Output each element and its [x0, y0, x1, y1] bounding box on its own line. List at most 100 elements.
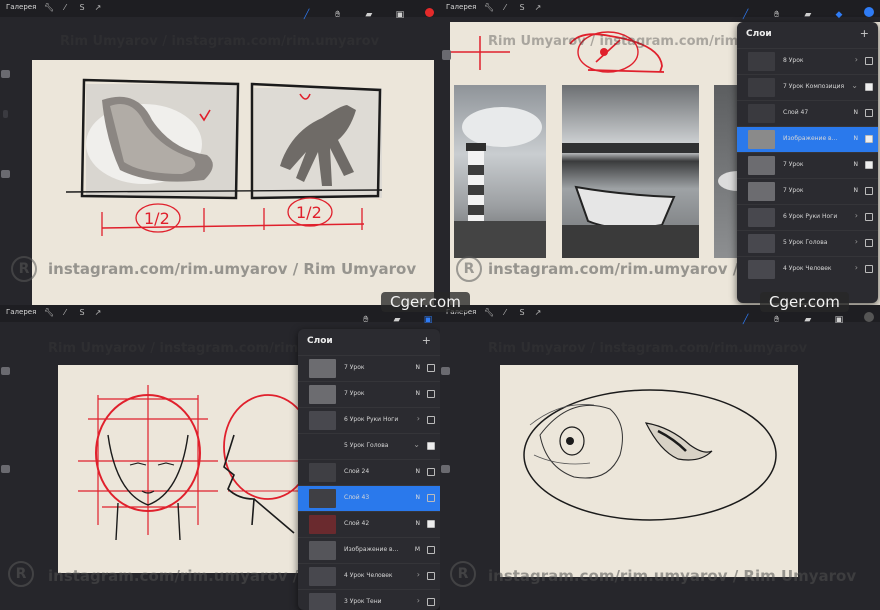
opacity-slider[interactable]	[441, 465, 450, 473]
sidebar-sliders[interactable]	[0, 345, 10, 585]
visibility-checkbox[interactable]	[427, 598, 435, 606]
visibility-checkbox[interactable]	[865, 265, 873, 273]
gallery-button[interactable]: Галерея	[6, 308, 36, 316]
visibility-checkbox[interactable]	[865, 109, 873, 117]
eraser-icon[interactable]: ▰	[802, 9, 814, 21]
visibility-checkbox[interactable]	[865, 83, 873, 91]
sidebar-sliders[interactable]	[0, 28, 10, 268]
layer-row[interactable]: 8 Урок ›	[737, 48, 878, 74]
brush-size-slider[interactable]	[1, 367, 10, 375]
layer-row[interactable]: 7 Урок N	[298, 381, 440, 407]
layers-icon[interactable]: ▣	[422, 314, 434, 326]
smudge-icon[interactable]: ✋︎	[771, 9, 783, 21]
visibility-checkbox[interactable]	[427, 390, 435, 398]
visibility-checkbox[interactable]	[427, 520, 435, 528]
layer-row[interactable]: 3 Урок Тени ›	[298, 589, 440, 610]
brush-size-slider[interactable]	[442, 50, 451, 60]
drawing-canvas[interactable]	[500, 365, 798, 577]
eraser-icon[interactable]: ▰	[391, 314, 403, 326]
layer-row[interactable]: 4 Урок Человек ›	[298, 563, 440, 589]
add-layer-button[interactable]: +	[422, 334, 431, 347]
visibility-checkbox[interactable]	[865, 161, 873, 169]
transform-arrow-icon[interactable]: ↗	[533, 308, 543, 318]
layer-row[interactable]: 4 Урок Человек ›	[737, 256, 878, 282]
visibility-checkbox[interactable]	[865, 239, 873, 247]
layers-icon[interactable]: ▣	[833, 314, 845, 326]
wrench-icon[interactable]: 🔧︎	[44, 308, 54, 318]
magic-wand-icon[interactable]: ⁄	[500, 308, 510, 318]
add-layer-button[interactable]: +	[860, 27, 869, 40]
chevron-right-icon[interactable]: ›	[855, 55, 858, 64]
layer-row[interactable]: 7 Урок N	[737, 152, 878, 178]
wrench-icon[interactable]: 🔧︎	[44, 3, 54, 13]
wrench-icon[interactable]: 🔧︎	[484, 308, 494, 318]
visibility-checkbox[interactable]	[865, 135, 873, 143]
layer-row[interactable]: 5 Урок Голова ⌄	[298, 433, 440, 459]
selection-s-icon[interactable]: S	[517, 3, 527, 13]
layer-row[interactable]: Слой 42 N	[298, 511, 440, 537]
layer-row[interactable]: 7 Урок Композиция ⌄	[737, 74, 878, 100]
visibility-checkbox[interactable]	[865, 187, 873, 195]
visibility-checkbox[interactable]	[427, 416, 435, 424]
layer-row[interactable]: Слой 47 N	[737, 100, 878, 126]
layers-icon[interactable]: ◆	[833, 9, 845, 21]
layer-row-selected[interactable]: Изображение в... N	[737, 126, 878, 152]
layer-row-selected[interactable]: Слой 43 N	[298, 485, 440, 511]
transform-arrow-icon[interactable]: ↗	[93, 308, 103, 318]
smudge-icon[interactable]: ✋︎	[771, 314, 783, 326]
selection-s-icon[interactable]: S	[77, 3, 87, 13]
gallery-button[interactable]: Галерея	[446, 3, 476, 11]
eraser-icon[interactable]: ▰	[363, 9, 375, 21]
chevron-right-icon[interactable]: ›	[417, 596, 420, 605]
visibility-checkbox[interactable]	[427, 546, 435, 554]
transform-arrow-icon[interactable]: ↗	[93, 3, 103, 13]
eraser-icon[interactable]: ▰	[802, 314, 814, 326]
wrench-icon[interactable]: 🔧︎	[484, 3, 494, 13]
chevron-right-icon[interactable]: ›	[855, 263, 858, 272]
drawing-canvas[interactable]	[58, 365, 313, 573]
gallery-button[interactable]: Галерея	[6, 3, 36, 11]
brush-icon[interactable]: ╱	[740, 314, 752, 326]
opacity-slider[interactable]	[1, 465, 10, 473]
chevron-right-icon[interactable]: ›	[855, 237, 858, 246]
brush-icon[interactable]: ╱	[740, 9, 752, 21]
visibility-checkbox[interactable]	[427, 494, 435, 502]
visibility-checkbox[interactable]	[427, 364, 435, 372]
layers-icon[interactable]: ▣	[394, 9, 406, 21]
color-dot-icon[interactable]	[864, 7, 874, 17]
selection-s-icon[interactable]: S	[77, 308, 87, 318]
modify-button[interactable]	[3, 110, 8, 118]
magic-wand-icon[interactable]: ⁄	[500, 3, 510, 13]
selection-s-icon[interactable]: S	[517, 308, 527, 318]
sidebar-sliders[interactable]	[440, 40, 452, 280]
magic-wand-icon[interactable]: ⁄	[60, 308, 70, 318]
layer-row[interactable]: 5 Урок Голова ›	[737, 230, 878, 256]
brush-size-slider[interactable]	[441, 367, 450, 375]
layer-row[interactable]: 6 Урок Руки Ноги ›	[298, 407, 440, 433]
chevron-right-icon[interactable]: ›	[855, 211, 858, 220]
smudge-icon[interactable]: ✋︎	[332, 9, 344, 21]
visibility-checkbox[interactable]	[427, 572, 435, 580]
layer-row[interactable]: Слой 24 N	[298, 459, 440, 485]
chevron-down-icon[interactable]: ⌄	[851, 81, 858, 90]
visibility-checkbox[interactable]	[427, 468, 435, 476]
chevron-down-icon[interactable]: ⌄	[413, 440, 420, 449]
smudge-icon[interactable]: ✋︎	[360, 314, 372, 326]
layer-row[interactable]: 7 Урок N	[737, 178, 878, 204]
sidebar-sliders[interactable]	[440, 345, 450, 585]
color-dot-icon[interactable]	[425, 8, 434, 17]
opacity-slider[interactable]	[1, 170, 10, 178]
chevron-right-icon[interactable]: ›	[417, 414, 420, 423]
visibility-checkbox[interactable]	[865, 213, 873, 221]
magic-wand-icon[interactable]: ⁄	[60, 3, 70, 13]
color-dot-icon[interactable]	[864, 312, 874, 322]
visibility-checkbox[interactable]	[865, 57, 873, 65]
brush-size-slider[interactable]	[1, 70, 10, 78]
layer-row[interactable]: Изображение в... M	[298, 537, 440, 563]
layer-row[interactable]: 6 Урок Руки Ноги ›	[737, 204, 878, 230]
brush-icon[interactable]: ╱	[301, 9, 313, 21]
layer-row[interactable]: 7 Урок N	[298, 355, 440, 381]
chevron-right-icon[interactable]: ›	[417, 570, 420, 579]
transform-arrow-icon[interactable]: ↗	[533, 3, 543, 13]
visibility-checkbox[interactable]	[427, 442, 435, 450]
